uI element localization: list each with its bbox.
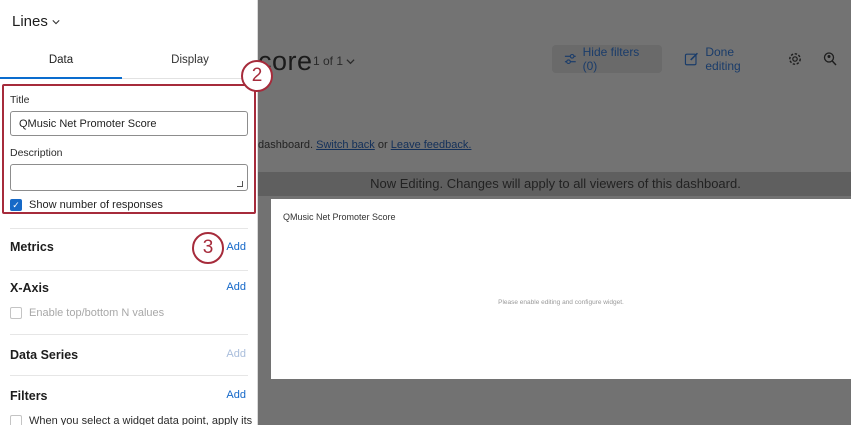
hide-filters-button[interactable]: Hide filters (0) — [552, 45, 662, 73]
filter-icon — [564, 53, 576, 65]
data-series-add-button[interactable]: Add — [226, 348, 246, 360]
filters-option[interactable]: When you select a widget data point, app… — [10, 415, 252, 425]
checkbox-empty-icon[interactable] — [10, 415, 22, 425]
step-three-callout: 3 — [192, 232, 224, 264]
widget-title: QMusic Net Promoter Score — [283, 212, 396, 222]
widget-type-label: Lines — [12, 13, 48, 30]
hide-filters-label: Hide filters (0) — [582, 45, 640, 73]
divider — [10, 334, 248, 335]
leave-feedback-link[interactable]: Leave feedback. — [391, 139, 472, 151]
panel-tabs: Data Display — [0, 47, 258, 79]
done-editing-button[interactable]: Done editing — [672, 45, 782, 73]
tab-data[interactable]: Data — [0, 47, 122, 79]
widget-empty-message: Please enable editing and configure widg… — [498, 299, 624, 306]
divider — [10, 228, 248, 229]
page-selector[interactable]: 1 of 1 — [313, 54, 355, 68]
data-series-heading: Data Series — [10, 348, 79, 362]
widget-card[interactable]: QMusic Net Promoter Score Please enable … — [271, 199, 851, 379]
filters-heading: Filters — [10, 389, 48, 403]
switch-back-link[interactable]: Switch back — [316, 139, 375, 151]
editing-notice: dashboard. Switch back or Leave feedback… — [258, 139, 471, 151]
x-axis-add-button[interactable]: Add — [226, 281, 246, 293]
filters-note: When you select a widget data point, app… — [29, 415, 253, 425]
notice-or: or — [377, 139, 388, 151]
checkbox-empty-icon[interactable] — [10, 307, 22, 319]
edit-icon — [684, 52, 698, 66]
chevron-down-icon — [52, 19, 60, 24]
x-axis-heading: X-Axis — [10, 281, 49, 295]
done-editing-label: Done editing — [705, 45, 741, 73]
widget-type-selector[interactable]: Lines — [12, 13, 60, 30]
top-bottom-label: Enable top/bottom N values — [29, 307, 165, 319]
divider — [10, 375, 248, 376]
tab-display[interactable]: Display — [129, 47, 251, 79]
divider — [10, 270, 248, 271]
editing-banner: Now Editing. Changes will apply to all v… — [258, 172, 851, 196]
highlight-box — [2, 84, 256, 214]
step-two-callout: 2 — [241, 60, 273, 92]
filters-add-button[interactable]: Add — [226, 389, 246, 401]
chevron-down-icon — [346, 58, 355, 64]
search-user-icon[interactable] — [822, 51, 838, 67]
top-bottom-option[interactable]: Enable top/bottom N values — [10, 307, 164, 319]
gear-icon[interactable] — [787, 51, 803, 67]
notice-prefix: dashboard. — [258, 139, 314, 151]
page-indicator: 1 of 1 — [313, 54, 344, 68]
metrics-add-button[interactable]: Add — [226, 241, 246, 253]
metrics-heading: Metrics — [10, 240, 54, 254]
